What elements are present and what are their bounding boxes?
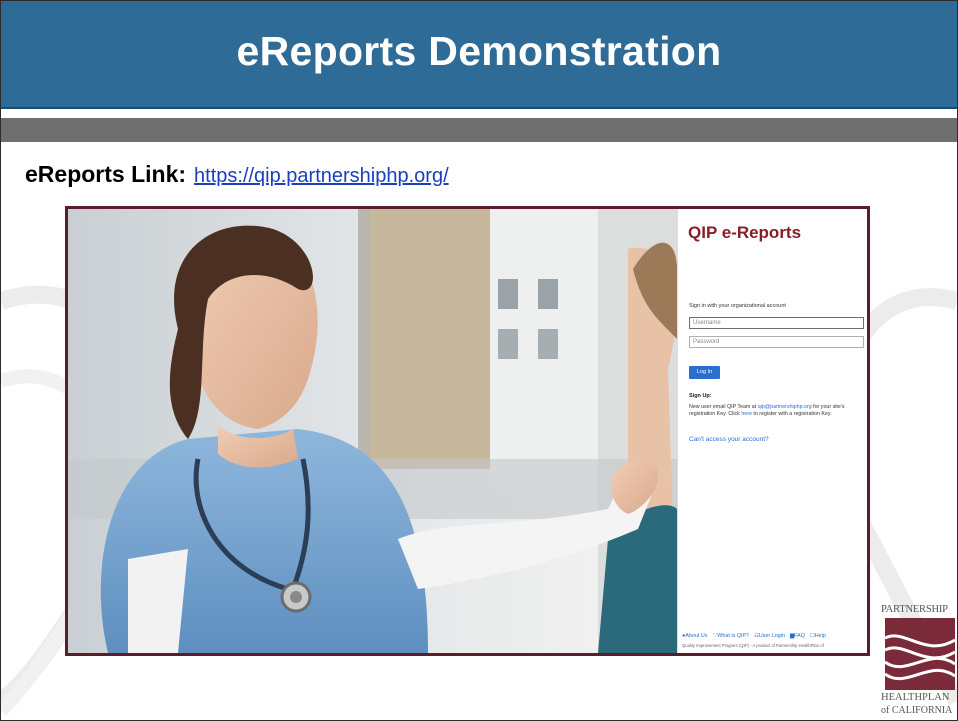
qip-ereports-title: QIP e-Reports: [688, 223, 802, 242]
login-panel: QIP e-Reports Sign in with your organiza…: [677, 209, 867, 653]
footer-help-link[interactable]: ☐Help: [810, 633, 826, 639]
login-page-screenshot: QIP e-Reports Sign in with your organiza…: [65, 206, 870, 656]
username-input[interactable]: Username: [689, 317, 864, 329]
signup-heading: Sign Up:: [689, 393, 712, 399]
signup-here-link[interactable]: here: [741, 411, 752, 417]
signup-email-link[interactable]: qip@partnershiphp.org: [758, 404, 812, 410]
footer-faq-link[interactable]: ▆FAQ: [790, 633, 805, 639]
signin-prompt: Sign in with your organizational account: [689, 303, 786, 309]
logo-text-partnership: PARTNERSHIP: [881, 604, 948, 615]
cant-access-link[interactable]: Can't access your account?: [689, 436, 769, 443]
nurse-patient-photo: [68, 209, 677, 653]
footer-whatisqip-link[interactable]: ♡What is QIP?: [712, 633, 749, 639]
logo-text-healthplan: HEALTHPLAN: [881, 692, 950, 703]
footer-links: ●About Us ♡What is QIP? ☷User Login ▆FAQ…: [682, 633, 866, 639]
signup-text-part1: New user email QIP Team at: [689, 404, 758, 410]
ereports-link[interactable]: https://qip.partnershiphp.org/: [194, 165, 449, 188]
title-bar: eReports Demonstration: [1, 1, 957, 109]
footer-note: Quality Improvement Program (QIP) - A pr…: [682, 643, 824, 648]
footer-about-link[interactable]: ●About Us: [682, 633, 707, 639]
slide: eReports Demonstration eReports Link: ht…: [0, 0, 958, 721]
logo-mark: [885, 618, 955, 690]
footer-userlogin-link[interactable]: ☷User Login: [754, 633, 785, 639]
ereports-link-label: eReports Link:: [25, 161, 187, 187]
login-button[interactable]: Log In: [689, 366, 720, 379]
divider-band: [1, 118, 957, 142]
slide-title: eReports Demonstration: [236, 27, 722, 74]
signup-text-part3: to register with a registration Key.: [751, 411, 832, 417]
signup-text: New user email QIP Team at qip@partnersh…: [689, 404, 865, 418]
password-input[interactable]: Password: [689, 336, 864, 348]
partnership-logo: PARTNERSHIP HEALTHPLAN of CALIFORNIA: [881, 604, 957, 720]
ereports-link-row: eReports Link: https://qip.partnershiphp…: [25, 161, 449, 188]
logo-text-california: of CALIFORNIA: [881, 705, 953, 716]
